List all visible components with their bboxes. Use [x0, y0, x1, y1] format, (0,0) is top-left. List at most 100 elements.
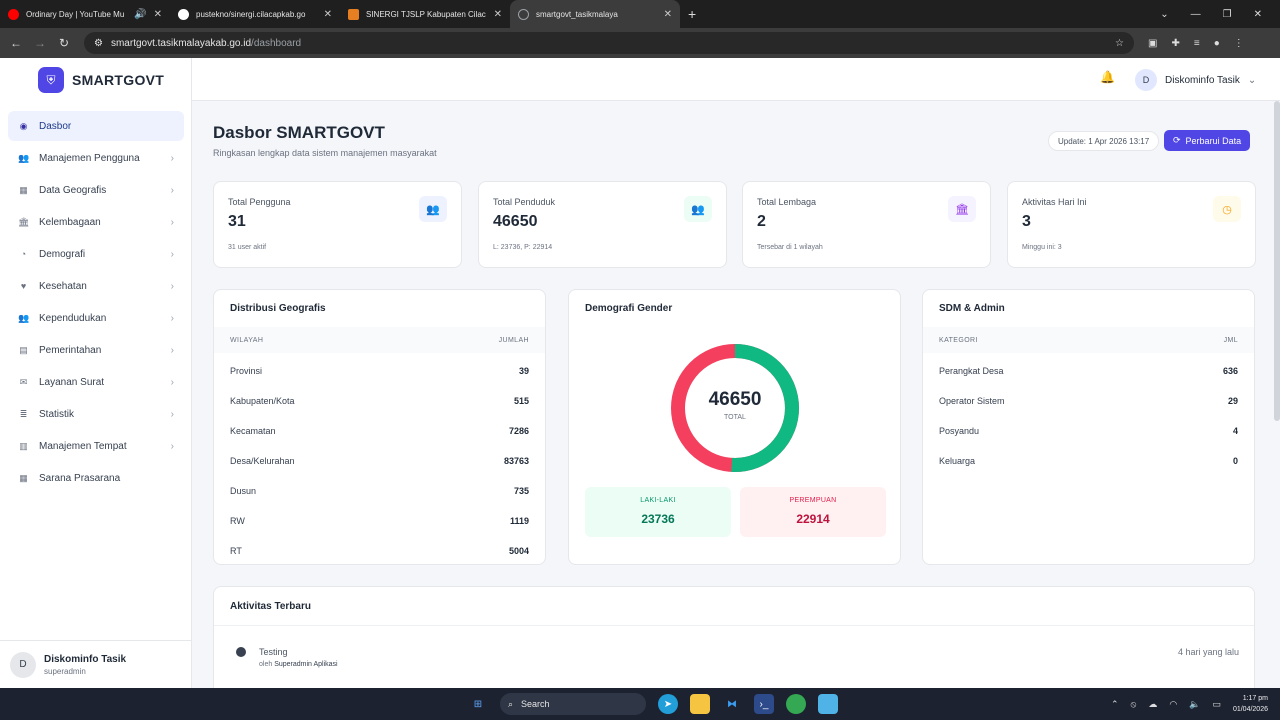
- close-tab-icon[interactable]: ✕: [664, 9, 672, 20]
- close-tab-icon[interactable]: ✕: [154, 9, 162, 20]
- row-label: Posyandu: [939, 426, 980, 436]
- row-value: 0: [1232, 456, 1238, 466]
- sidebar-item[interactable]: ♥ Kesehatan ›: [8, 271, 184, 301]
- file-explorer-icon[interactable]: [690, 694, 710, 714]
- row-label: RT: [230, 546, 242, 556]
- mail-icon: ✉: [19, 376, 28, 387]
- notepad-icon[interactable]: [818, 694, 838, 714]
- notification-off-icon[interactable]: ⦸: [1130, 699, 1136, 710]
- clock-date: 01/04/2026: [1232, 706, 1268, 713]
- terminal-icon[interactable]: ›_: [754, 694, 774, 714]
- sidebar-item[interactable]: ≣ Statistik ›: [8, 399, 184, 429]
- wifi-icon[interactable]: ◠: [1169, 699, 1177, 710]
- sidebar-item[interactable]: ◔ Demografi ›: [8, 239, 184, 269]
- close-tab-icon[interactable]: ✕: [494, 9, 502, 20]
- media-icon[interactable]: ≡: [1194, 38, 1200, 49]
- minimize-icon[interactable]: —: [1191, 9, 1201, 20]
- new-tab-icon[interactable]: +: [680, 6, 704, 22]
- sidebar-item[interactable]: ▦ Data Geografis ›: [8, 175, 184, 205]
- menu-icon[interactable]: ⋮: [1234, 38, 1244, 49]
- header-user-name: Diskominfo Tasik: [1165, 74, 1240, 86]
- row-value: 4: [1232, 426, 1238, 436]
- sidebar-item[interactable]: 🏛 Kelembagaan ›: [8, 207, 184, 237]
- sidebar-item[interactable]: ▤ Pemerintahan ›: [8, 335, 184, 365]
- window-controls: ⌄ — ❐ ✕: [1160, 0, 1280, 28]
- sidebar-item-label: Kesehatan: [39, 280, 87, 292]
- sidebar-user[interactable]: D Diskominfo Tasik superadmin: [0, 640, 191, 688]
- extension-icon[interactable]: ▣: [1148, 38, 1157, 49]
- puzzle-icon[interactable]: ✚: [1171, 38, 1179, 49]
- sidebar-item[interactable]: ✉ Layanan Surat ›: [8, 367, 184, 397]
- stat-note: L: 23736, P: 22914: [493, 244, 553, 251]
- user-menu[interactable]: D Diskominfo Tasik ⌄: [1135, 69, 1256, 91]
- row-label: Provinsi: [230, 366, 263, 376]
- vscode-icon[interactable]: ⧓: [722, 694, 742, 714]
- close-window-icon[interactable]: ✕: [1254, 9, 1262, 20]
- url-host: smartgovt.tasikmalayakab.go.id: [110, 37, 252, 49]
- telegram-icon[interactable]: ➤: [658, 694, 678, 714]
- refresh-button[interactable]: ⟳ Perbarui Data: [1164, 130, 1251, 151]
- brand-name: SMARTGOVT: [72, 72, 165, 88]
- geo-card: Distribusi Geografis WILAYAH JUMLAH Prov…: [213, 289, 546, 565]
- tab-search-icon[interactable]: ⌄: [1160, 9, 1168, 20]
- sidebar-item[interactable]: 👥 Manajemen Pengguna ›: [8, 143, 184, 173]
- volume-icon[interactable]: 🔈: [1189, 699, 1200, 710]
- clock[interactable]: 1:17 pm 01/04/2026: [1233, 693, 1268, 715]
- stat-value: 2: [757, 213, 766, 230]
- activity-name: Testing: [259, 647, 288, 657]
- cloud-icon[interactable]: ☁: [1148, 699, 1157, 710]
- browser-tab[interactable]: Ordinary Day | YouTube Mu 🔊 ✕: [0, 0, 170, 28]
- os-taskbar: ⊞ ⌕ Search ➤ ⧓ ›_ ⌃ ⦸ ☁ ◠ 🔈 ▭ 1:17 pm 01…: [0, 688, 1280, 720]
- sdm-card: SDM & Admin KATEGORI JML Perangkat Desa …: [922, 289, 1255, 565]
- url-path: /dashboard: [251, 37, 302, 49]
- speaker-icon[interactable]: 🔊: [134, 9, 146, 20]
- site-info-icon[interactable]: ⚙: [94, 38, 103, 49]
- profile-icon[interactable]: ●: [1214, 38, 1220, 49]
- sidebar-menu: ◉ Dasbor 👥 Manajemen Pengguna › ▦ Data Geog…: [8, 111, 184, 495]
- sidebar-item-label: Kependudukan: [39, 312, 107, 324]
- globe-icon: [518, 8, 529, 20]
- sidebar-user-name: Diskominfo Tasik: [44, 653, 127, 665]
- row-value: 636: [1222, 366, 1238, 376]
- search-icon: ⌕: [508, 698, 514, 709]
- back-icon[interactable]: ←: [4, 36, 28, 50]
- bell-icon[interactable]: 🔔: [1100, 70, 1115, 84]
- tab-label: Ordinary Day | YouTube Mu: [26, 9, 125, 19]
- stat-note: Tersebar di 1 wilayah: [757, 244, 823, 251]
- chrome-icon[interactable]: [786, 694, 806, 714]
- sidebar-item-label: Kelembagaan: [39, 216, 101, 228]
- chevron-right-icon: ›: [170, 440, 174, 452]
- reload-icon[interactable]: ↻: [52, 36, 76, 50]
- sidebar-item[interactable]: 👥 Kependudukan ›: [8, 303, 184, 333]
- windows-start-icon[interactable]: ⊞: [468, 694, 488, 714]
- page-scrollbar[interactable]: [1274, 101, 1280, 421]
- browser-tab[interactable]: SINERGI TJSLP Kabupaten Cilac ✕: [340, 0, 510, 28]
- close-tab-icon[interactable]: ✕: [324, 9, 332, 20]
- place-icon: ▥: [19, 440, 28, 451]
- sidebar-item[interactable]: ◉ Dasbor: [8, 111, 184, 141]
- brand[interactable]: ⛨ SMARTGOVT: [0, 58, 191, 102]
- table-row: Desa/Kelurahan 83763: [214, 446, 545, 476]
- stat-label: Total Pengguna: [228, 197, 291, 207]
- avatar: D: [1135, 69, 1157, 91]
- gender-card: Demografi Gender 46650 TOTAL LAKI-LAKI 2…: [568, 289, 901, 565]
- row-value: 1119: [509, 516, 529, 526]
- browser-tab[interactable]: pustekno/sinergi.cilacapkab.go ✕: [170, 0, 340, 28]
- url-field[interactable]: ⚙ smartgovt.tasikmalayakab.go.id/dashboa…: [84, 32, 1134, 54]
- sidebar-item[interactable]: ▥ Manajemen Tempat ›: [8, 431, 184, 461]
- restore-icon[interactable]: ❐: [1223, 9, 1232, 20]
- page-subtitle: Ringkasan lengkap data sistem manajemen …: [213, 148, 437, 158]
- browser-tab-active[interactable]: smartgovt_tasikmalaya ✕: [510, 0, 680, 28]
- table-row: Operator Sistem 29: [923, 386, 1254, 416]
- forward-icon[interactable]: →: [28, 36, 52, 50]
- row-value: 83763: [503, 456, 529, 466]
- column-header: KATEGORI: [939, 337, 978, 344]
- sidebar-item[interactable]: ▦ Sarana Prasarana: [8, 463, 184, 493]
- table-row: RW 1119: [214, 506, 545, 536]
- bookmark-star-icon[interactable]: ☆: [1115, 38, 1124, 49]
- chevron-right-icon: ›: [170, 312, 174, 324]
- taskbar-search[interactable]: ⌕ Search: [500, 693, 646, 715]
- chevron-up-icon[interactable]: ⌃: [1111, 699, 1119, 710]
- battery-icon[interactable]: ▭: [1212, 699, 1221, 710]
- row-label: Perangkat Desa: [939, 366, 1004, 376]
